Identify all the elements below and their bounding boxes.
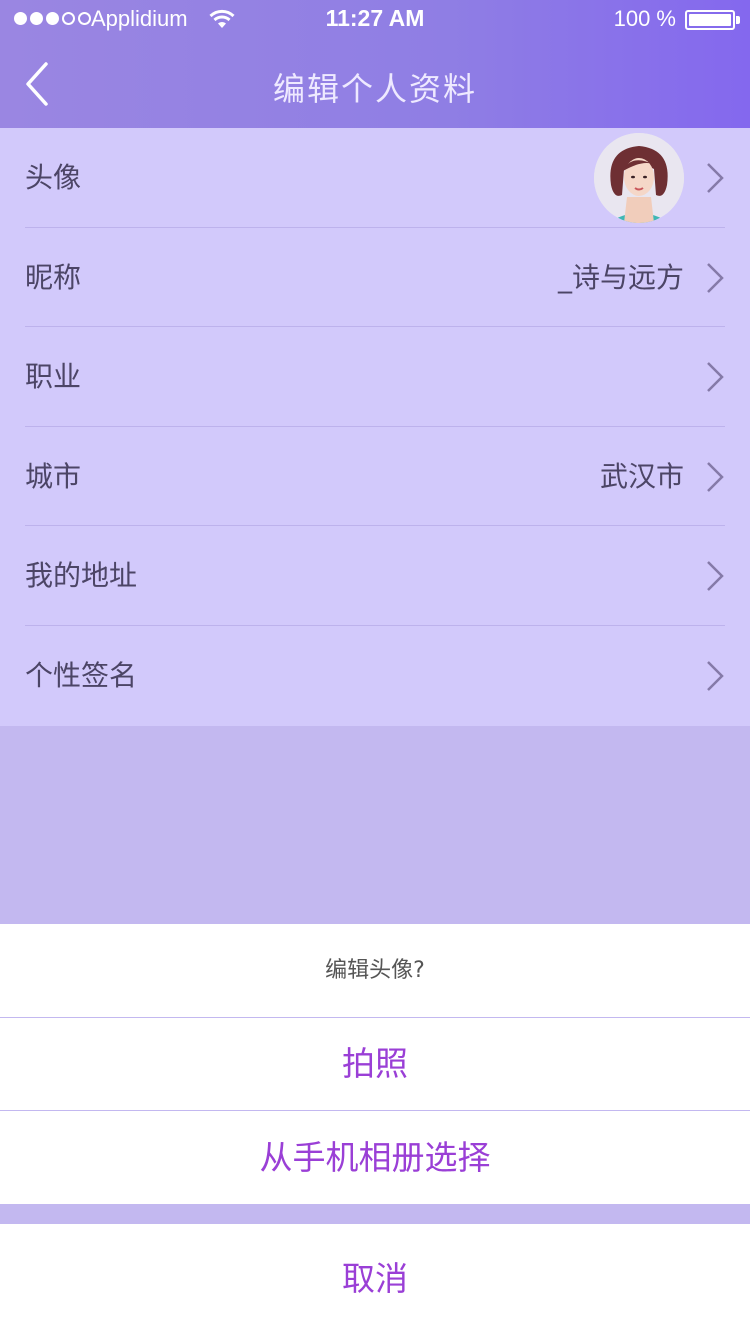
- row-label: 昵称: [25, 260, 82, 294]
- overlay-backdrop[interactable]: [0, 726, 750, 924]
- battery-percent: 100 %: [613, 6, 676, 31]
- row-label: 我的地址: [25, 559, 138, 592]
- row-label: 城市: [25, 459, 82, 493]
- take-photo-button[interactable]: 拍照: [0, 1018, 750, 1110]
- nav-bar: 编辑个人资料: [0, 40, 750, 128]
- avatar: [594, 133, 684, 223]
- row-city[interactable]: 城市 武汉市: [0, 427, 750, 527]
- chevron-right-icon: [707, 262, 724, 293]
- row-label: 个性签名: [25, 658, 138, 692]
- profile-list: 头像 昵称 _诗与远方 职业 城市 武汉市 我的地址 个性签名: [0, 128, 750, 726]
- chevron-right-icon: [707, 660, 724, 691]
- choose-from-album-button[interactable]: 从手机相册选择: [0, 1111, 750, 1204]
- row-signature[interactable]: 个性签名: [0, 626, 750, 726]
- action-sheet: 编辑头像? 拍照 从手机相册选择 取消: [0, 924, 750, 1334]
- chevron-right-icon: [707, 163, 724, 193]
- status-bar: Applidium 11:27 AM 100 %: [0, 0, 750, 40]
- top-bar: Applidium 11:27 AM 100 % 编辑个人资料: [0, 0, 750, 128]
- row-occupation[interactable]: 职业: [0, 327, 750, 427]
- chevron-right-icon: [707, 561, 724, 591]
- battery-icon: [685, 10, 735, 30]
- chevron-right-icon: [707, 461, 724, 492]
- row-nickname[interactable]: 昵称 _诗与远方: [0, 228, 750, 328]
- row-avatar[interactable]: 头像: [0, 128, 750, 228]
- row-label: 职业: [25, 360, 82, 393]
- battery-nub: [736, 16, 740, 24]
- page-title: 编辑个人资料: [272, 70, 477, 108]
- row-address[interactable]: 我的地址: [0, 526, 750, 626]
- action-sheet-title: 编辑头像?: [0, 924, 750, 1017]
- row-label: 头像: [25, 161, 82, 194]
- cancel-button[interactable]: 取消: [0, 1224, 750, 1334]
- row-value: _诗与远方: [557, 260, 684, 294]
- chevron-right-icon: [707, 362, 724, 392]
- row-value: 武汉市: [599, 459, 684, 493]
